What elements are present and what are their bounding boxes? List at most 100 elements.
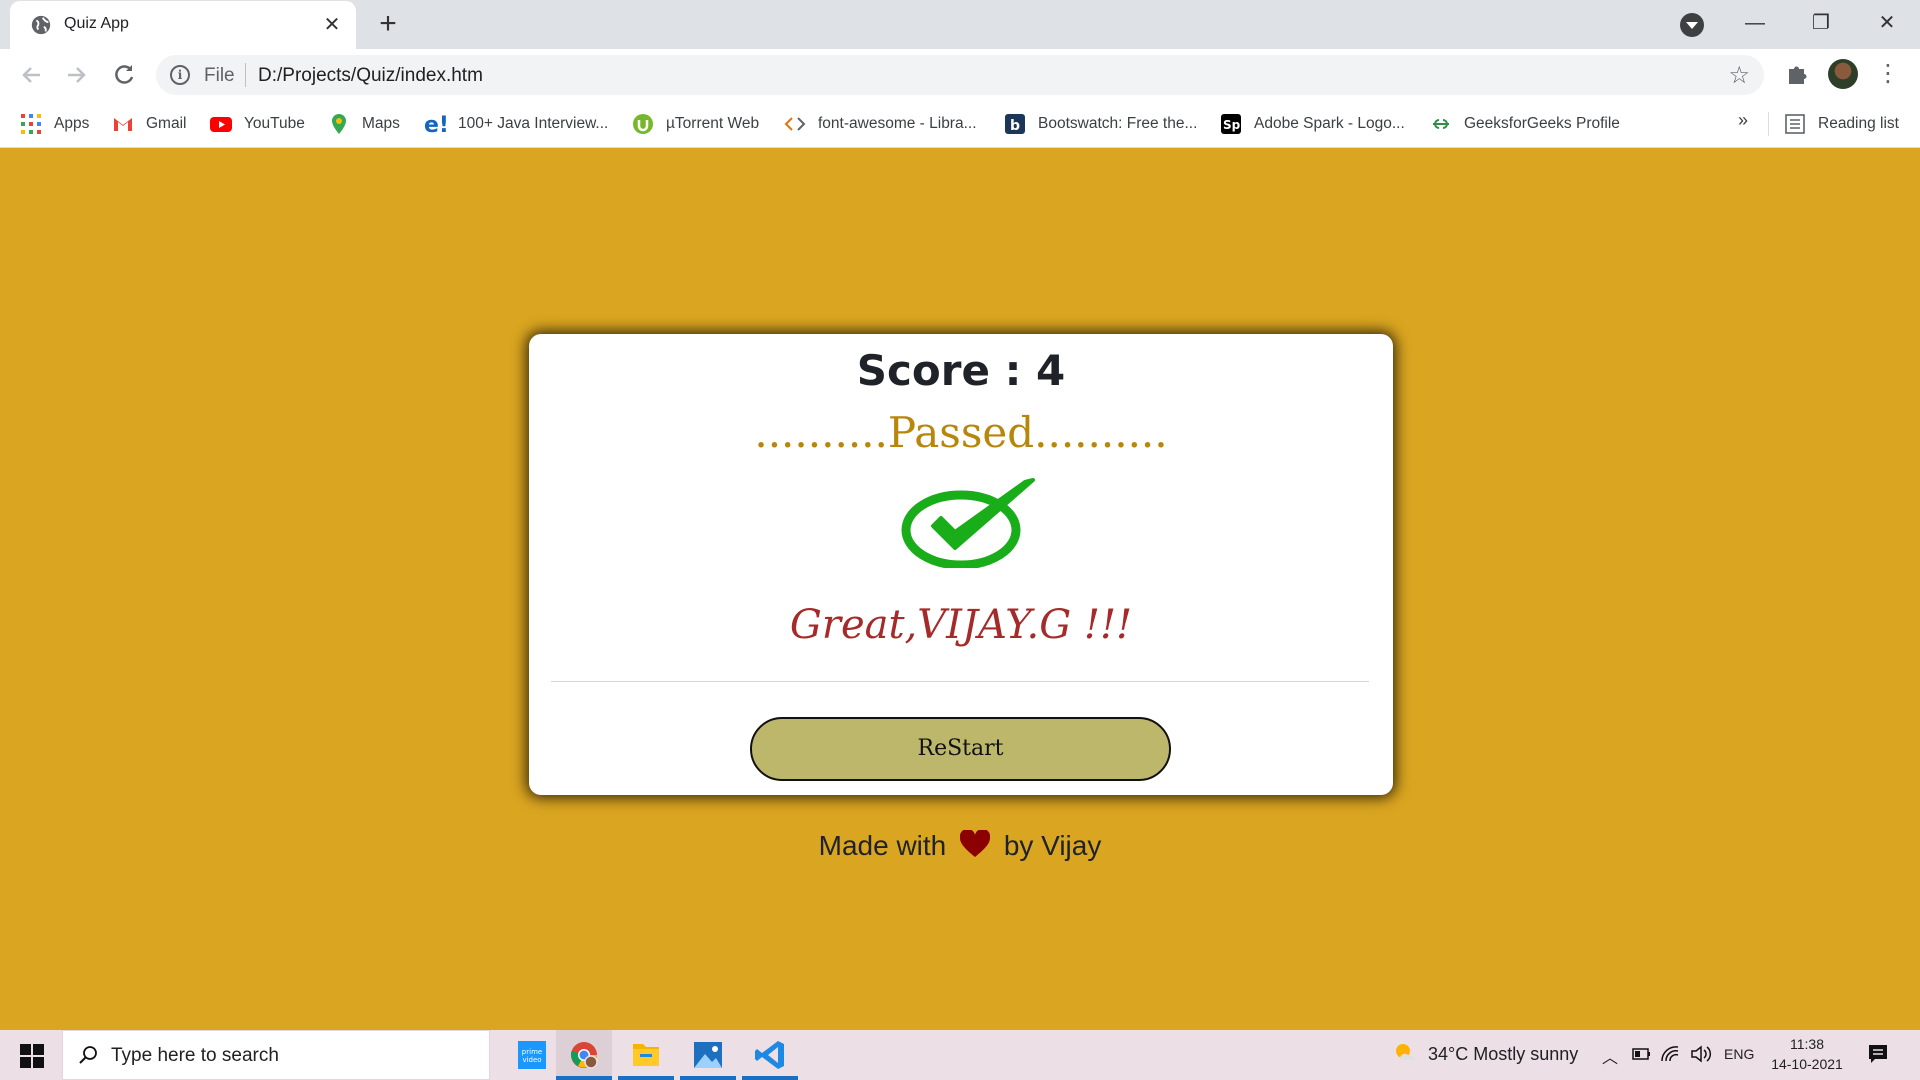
window-close-button[interactable]: ✕ [1864,6,1910,40]
svg-text:e!: e! [424,113,446,135]
bookmark-label: µTorrent Web [666,115,760,132]
taskbar-chrome[interactable] [556,1030,612,1080]
windows-taskbar: Type here to search prime video 34°C Mos… [0,1030,1920,1080]
bookmarks-divider [1768,112,1769,136]
heart-icon [960,830,991,857]
vscode-icon [755,1041,784,1069]
active-app-indicator [742,1076,798,1080]
browser-tab[interactable]: Quiz App ✕ [10,1,356,49]
battery-icon[interactable] [1632,1047,1652,1061]
bookmark-youtube[interactable]: YouTube [210,110,305,138]
chrome-icon [571,1042,598,1069]
chevron-up-icon[interactable]: ︿ [1602,1044,1618,1068]
clock-date: 14-10-2021 [1771,1056,1843,1072]
extensions-puzzle-icon[interactable] [1784,59,1814,89]
taskbar-vscode[interactable] [742,1030,798,1080]
notification-center-icon[interactable] [1866,1042,1890,1066]
bookmark-label: Apps [54,115,90,132]
bookmark-label: font-awesome - Libra... [818,115,977,132]
taskbar-search-box[interactable]: Type here to search [62,1030,490,1080]
check-mark-icon [901,478,1035,568]
tab-title: Quiz App [64,15,129,32]
bookmark-apps[interactable]: Apps [20,110,89,138]
address-scheme: File [204,65,235,86]
address-separator [245,63,246,87]
bookmark-label: GeeksforGeeks Profile [1464,115,1620,132]
reading-list-button[interactable]: Reading list [1784,110,1899,138]
volume-icon[interactable] [1690,1045,1712,1063]
site-info-icon[interactable]: i [170,65,190,85]
youtube-icon [210,117,232,132]
taskbar-file-explorer[interactable] [618,1030,674,1080]
clock-time: 11:38 [1790,1036,1824,1052]
browser-tab-strip: Quiz App ✕ + — ❐ ✕ [0,0,1920,49]
search-icon [79,1046,97,1064]
bookmark-geeksforgeeks[interactable]: GeeksforGeeks Profile [1430,110,1620,138]
maps-icon [332,114,346,134]
footer-made-with: Made with [818,830,947,861]
back-arrow-icon[interactable] [16,59,48,91]
reading-list-label: Reading list [1818,115,1899,132]
restart-button[interactable]: ReStart [750,717,1171,781]
active-app-indicator [618,1076,674,1080]
svg-text:prime: prime [522,1048,542,1056]
footer-credit: Made with by Vijay [0,830,1920,862]
taskbar-prime-video[interactable]: prime video [503,1030,559,1080]
bookmark-label: Gmail [146,115,187,132]
profile-avatar[interactable] [1828,59,1858,89]
address-url[interactable]: D:/Projects/Quiz/index.htm [258,65,483,87]
bookmark-label: Adobe Spark - Logo... [1254,115,1405,132]
bookmark-java-interview[interactable]: e! 100+ Java Interview... [424,110,608,138]
active-app-indicator [556,1076,612,1080]
adobe-spark-icon: Sp [1221,114,1241,134]
bootswatch-icon: b [1005,114,1025,134]
svg-text:video: video [522,1056,541,1064]
bookmark-maps[interactable]: Maps [328,110,400,138]
svg-text:Sp: Sp [1223,118,1241,132]
globe-icon [31,15,51,35]
minimize-button[interactable]: — [1732,6,1778,40]
wifi-icon[interactable] [1660,1045,1680,1063]
photos-icon [694,1042,722,1068]
weather-sun-icon[interactable] [1392,1040,1418,1066]
bookmark-font-awesome[interactable]: font-awesome - Libra... [784,110,977,138]
reload-icon[interactable] [108,59,140,91]
geeksforgeeks-icon [1433,119,1449,129]
code-icon [784,117,806,131]
forward-arrow-icon[interactable] [60,59,92,91]
taskbar-photos[interactable] [680,1030,736,1080]
clock[interactable]: 11:38 14-10-2021 [1770,1034,1844,1074]
browser-toolbar: i File D:/Projects/Quiz/index.htm ☆ ⋮ [0,49,1920,100]
bookmark-bootswatch[interactable]: b Bootswatch: Free the... [1004,110,1197,138]
bookmark-adobe-spark[interactable]: Sp Adobe Spark - Logo... [1220,110,1405,138]
tab-close-icon[interactable]: ✕ [320,13,344,37]
folder-icon [633,1044,659,1066]
result-card: Score : 4 ..........Passed.......... Gre… [529,334,1393,795]
bookmark-gmail[interactable]: Gmail [112,110,186,138]
gmail-icon [114,118,132,131]
active-app-indicator [680,1076,736,1080]
bookmarks-overflow-button[interactable]: » [1738,110,1748,131]
tab-search-icon[interactable] [1680,13,1704,37]
footer-author: by Vijay [1003,830,1102,861]
svg-text:b: b [1010,118,1020,134]
bookmark-star-icon[interactable]: ☆ [1728,61,1750,90]
reading-list-icon [1785,114,1805,134]
address-bar[interactable]: i File D:/Projects/Quiz/index.htm ☆ [156,55,1764,95]
new-tab-button[interactable]: + [372,9,404,41]
apps-grid-icon [21,114,41,134]
prime-video-icon: prime video [518,1041,546,1069]
browser-menu-icon[interactable]: ⋮ [1876,61,1900,89]
weather-text[interactable]: 34°C Mostly sunny [1428,1044,1578,1065]
result-status: ..........Passed.......... [754,408,1168,457]
taskbar-search-placeholder: Type here to search [111,1045,279,1066]
card-divider [551,681,1369,682]
bookmark-label: YouTube [244,115,305,132]
e-icon: e! [424,113,446,135]
windows-start-icon[interactable] [12,1042,52,1070]
bookmark-label: Bootswatch: Free the... [1038,115,1198,132]
bookmark-utorrent[interactable]: µTorrent Web [632,110,759,138]
language-indicator[interactable]: ENG [1724,1046,1754,1062]
restore-button[interactable]: ❐ [1798,6,1844,40]
bookmark-label: 100+ Java Interview... [458,115,609,132]
